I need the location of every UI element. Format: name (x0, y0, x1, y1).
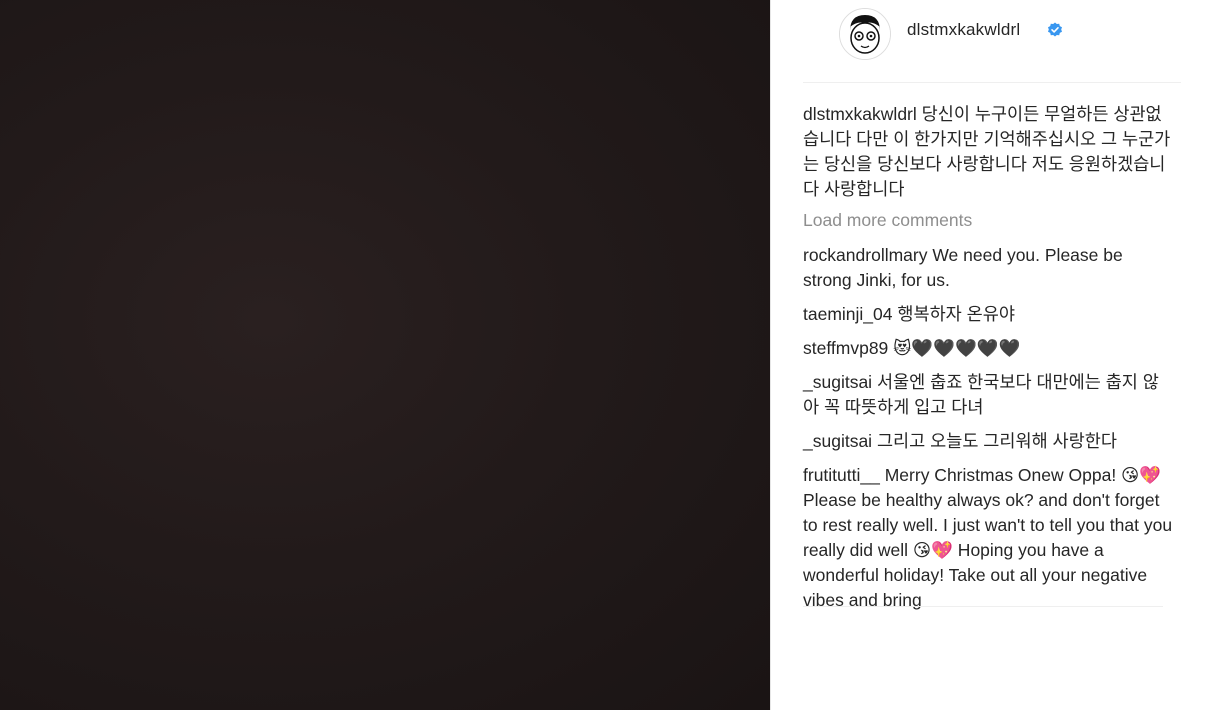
comment-item: taeminji_04 행복하자 온유야 (803, 302, 1173, 327)
comment-item: _sugitsai 서울엔 춥죠 한국보다 대만에는 춥지 않아 꼭 따뜻하게 … (803, 370, 1173, 420)
comment-item: frutitutti__ Merry Christmas Onew Oppa! … (803, 463, 1173, 613)
comment-username[interactable]: frutitutti__ (803, 465, 880, 485)
load-more-comments-link[interactable]: Load more comments (803, 208, 1173, 233)
comment-item: rockandrollmary We need you. Please be s… (803, 243, 1173, 293)
post-username[interactable]: dlstmxkakwldrl (907, 20, 1020, 40)
comment-username[interactable]: steffmvp89 (803, 338, 888, 358)
post-header: dlstmxkakwldrl (803, 0, 1181, 83)
comment-text: Merry Christmas Onew Oppa! 😘💖 Please be … (803, 465, 1173, 610)
comment-text: 행복하자 온유야 (897, 304, 1015, 324)
comment-username[interactable]: rockandrollmary (803, 245, 927, 265)
comment-text: 그리고 오늘도 그리워해 사랑한다 (876, 431, 1117, 451)
cartoon-face-icon (840, 9, 890, 59)
comment-text: 😻🖤🖤🖤🖤🖤 (893, 338, 1021, 358)
comment-username[interactable]: _sugitsai (803, 372, 872, 392)
comment-username[interactable]: _sugitsai (803, 431, 872, 451)
verified-badge-icon (1048, 22, 1062, 37)
comment-username[interactable]: taeminji_04 (803, 304, 893, 324)
post-caption: dlstmxkakwldrl 당신이 누구이든 무얼하든 상관없습니다 다만 이… (803, 102, 1173, 202)
comments-area: dlstmxkakwldrl 당신이 누구이든 무얼하든 상관없습니다 다만 이… (803, 102, 1173, 622)
comment-item: steffmvp89 😻🖤🖤🖤🖤🖤 (803, 336, 1173, 361)
comment-item: _sugitsai 그리고 오늘도 그리워해 사랑한다 (803, 429, 1173, 454)
caption-username[interactable]: dlstmxkakwldrl (803, 104, 917, 124)
avatar[interactable] (839, 8, 891, 60)
post-photo[interactable] (0, 0, 770, 710)
comments-divider (803, 606, 1163, 607)
post-sidebar: dlstmxkakwldrl dlstmxkakwldrl 당신이 누구이든 무… (770, 0, 1231, 710)
